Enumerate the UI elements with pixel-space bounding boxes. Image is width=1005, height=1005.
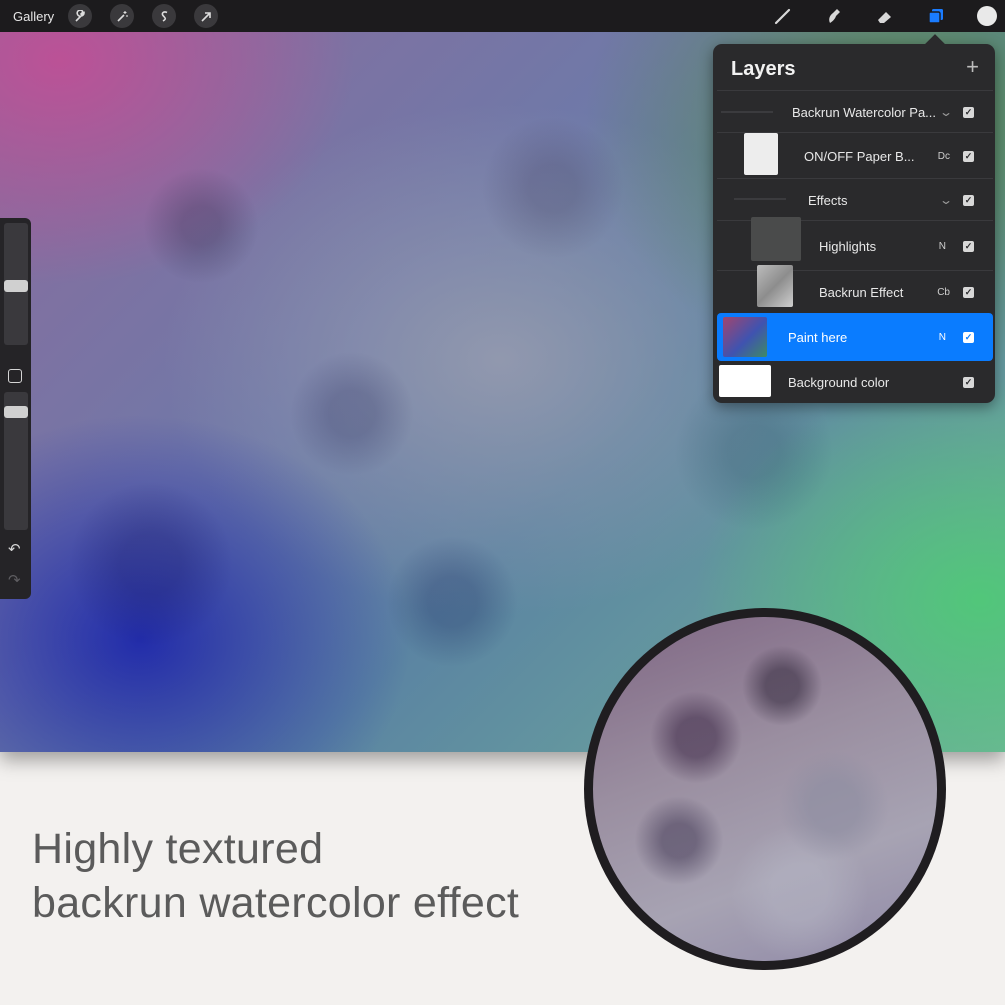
modify-button[interactable] <box>8 369 22 383</box>
chevron-down-icon[interactable]: ⌄ <box>939 193 953 207</box>
layer-name: Paint here <box>788 329 848 345</box>
visibility-checkbox[interactable]: ✓ <box>963 194 974 206</box>
layer-group-row[interactable]: Backrun Watercolor Pa... ⌄ ✓ <box>717 90 993 133</box>
chevron-down-icon[interactable]: ⌄ <box>939 105 953 119</box>
opacity-slider[interactable] <box>4 392 28 530</box>
redo-icon[interactable]: ↷ <box>8 571 21 589</box>
opacity-thumb[interactable] <box>4 406 28 418</box>
add-layer-button[interactable]: + <box>966 56 979 78</box>
layer-thumbnail <box>757 265 793 307</box>
blend-mode[interactable]: Dc <box>938 151 950 162</box>
right-toolset <box>744 0 1005 32</box>
visibility-checkbox[interactable]: ✓ <box>963 376 974 388</box>
layer-name: Background color <box>788 374 890 390</box>
layer-row[interactable]: Backrun Effect Cb ✓ <box>717 265 993 313</box>
brush-icon[interactable] <box>771 4 795 28</box>
layer-group-row[interactable]: Effects ⌄ ✓ <box>717 178 993 221</box>
background-color-swatch[interactable] <box>719 365 771 397</box>
layers-icon[interactable] <box>924 4 948 28</box>
blend-mode[interactable]: Cb <box>937 287 950 298</box>
layer-name: ON/OFF Paper B... <box>804 148 915 164</box>
background-color-row[interactable]: Background color ✓ <box>717 361 993 403</box>
undo-icon[interactable]: ↶ <box>8 540 21 558</box>
group-divider <box>734 198 786 200</box>
eraser-icon[interactable] <box>873 4 897 28</box>
color-swatch[interactable] <box>977 6 997 26</box>
left-sidebar: ↶ ↷ <box>0 218 31 599</box>
top-toolbar: Gallery <box>0 0 1005 32</box>
blend-mode[interactable]: N <box>939 241 946 252</box>
selection-icon[interactable] <box>152 4 177 28</box>
texture-magnifier <box>584 608 946 970</box>
visibility-checkbox[interactable]: ✓ <box>963 286 974 298</box>
caption: Highly textured backrun watercolor effec… <box>32 822 519 930</box>
visibility-checkbox[interactable]: ✓ <box>963 331 974 343</box>
wrench-icon[interactable] <box>68 4 93 28</box>
blend-mode[interactable]: N <box>939 332 946 343</box>
layer-row[interactable]: ON/OFF Paper B... Dc ✓ <box>717 132 993 179</box>
transform-arrow-icon[interactable] <box>194 4 219 28</box>
layers-title: Layers <box>731 58 796 80</box>
layer-name: Backrun Effect <box>819 284 904 300</box>
layers-panel: Layers + Backrun Watercolor Pa... ⌄ ✓ ON… <box>713 44 995 403</box>
layer-thumbnail <box>751 217 801 261</box>
brush-size-thumb[interactable] <box>4 280 28 292</box>
layer-name: Effects <box>808 192 848 208</box>
group-divider <box>721 111 773 113</box>
caption-line-2: backrun watercolor effect <box>32 879 520 927</box>
visibility-checkbox[interactable]: ✓ <box>963 150 974 162</box>
layer-name: Backrun Watercolor Pa... <box>792 104 937 120</box>
visibility-checkbox[interactable]: ✓ <box>963 106 974 118</box>
magic-wand-icon[interactable] <box>110 4 135 28</box>
caption-line-1: Highly textured <box>32 825 324 873</box>
smudge-icon[interactable] <box>822 4 846 28</box>
visibility-checkbox[interactable]: ✓ <box>963 240 974 252</box>
layer-name: Highlights <box>819 238 877 254</box>
layer-thumbnail <box>744 133 778 175</box>
layer-row-selected[interactable]: Paint here N ✓ <box>717 313 993 361</box>
layer-row[interactable]: Highlights N ✓ <box>717 217 993 271</box>
brush-size-slider[interactable] <box>4 223 28 345</box>
gallery-button[interactable]: Gallery <box>13 9 54 24</box>
layer-thumbnail <box>723 317 767 357</box>
texture-closeup-image <box>593 617 937 961</box>
